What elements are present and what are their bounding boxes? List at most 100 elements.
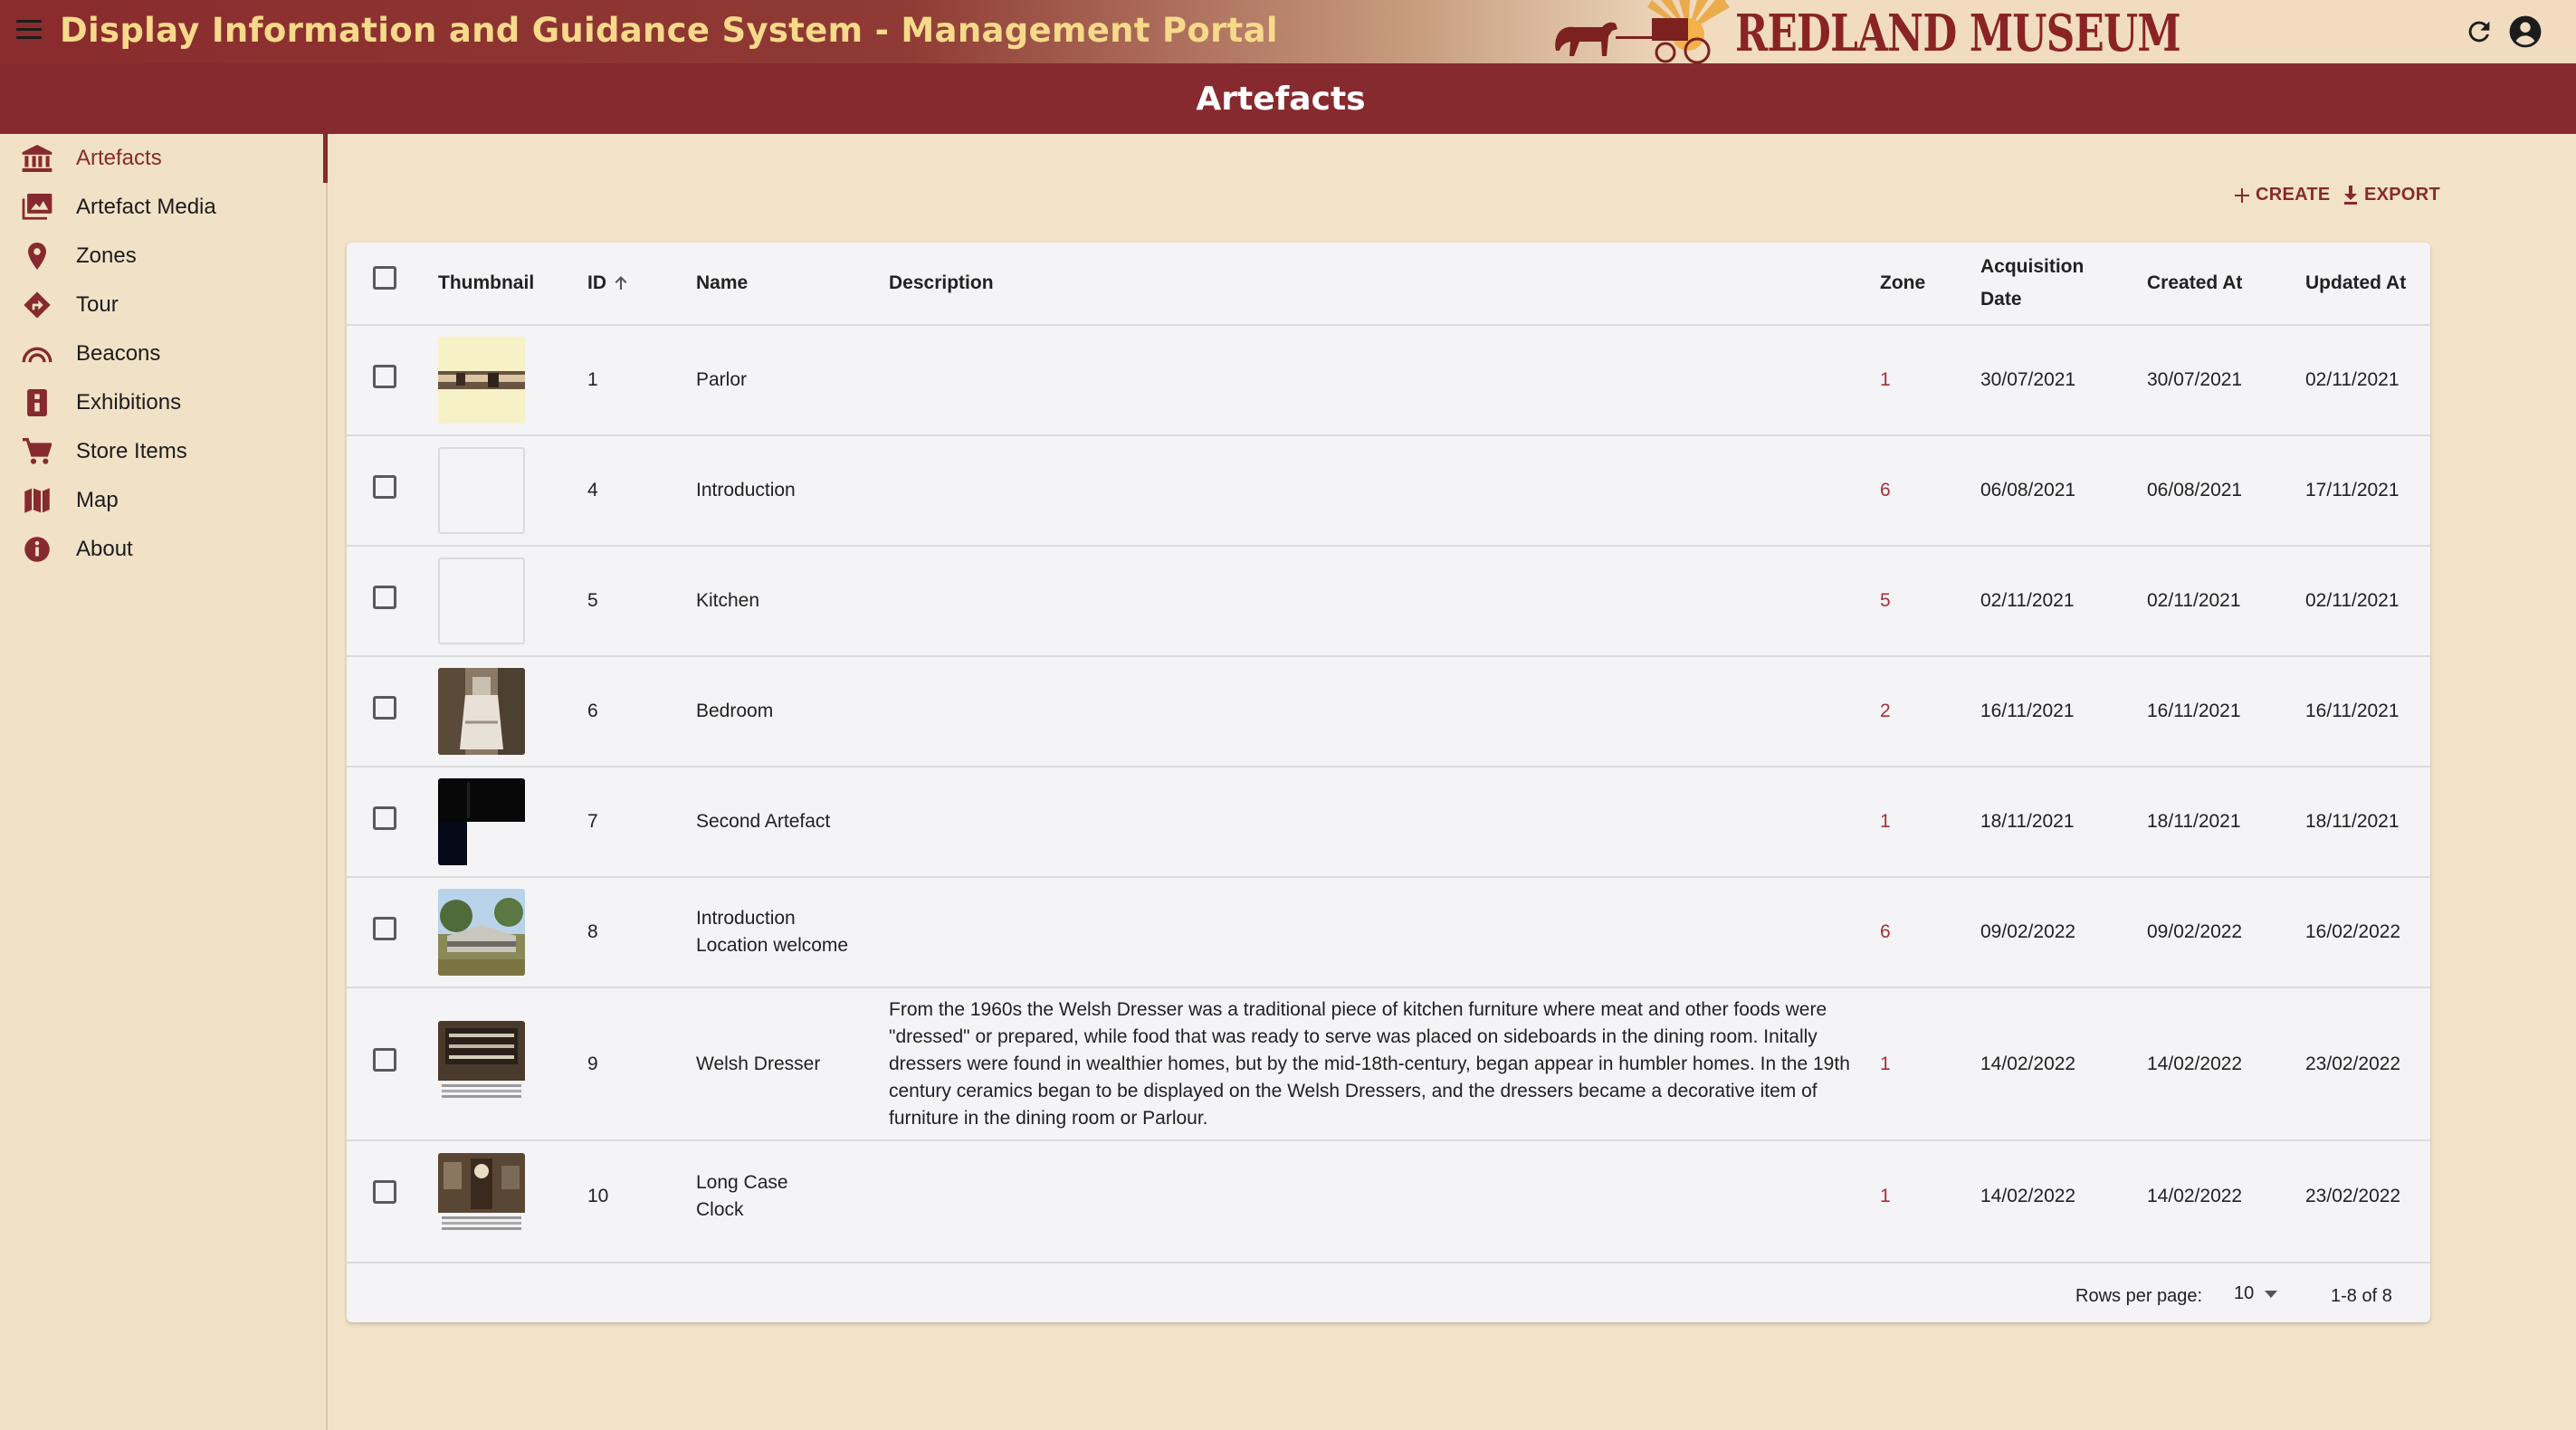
cell-description [889, 877, 1880, 987]
cell-id: 9 [587, 1053, 598, 1074]
beacon-signal-icon [20, 340, 54, 367]
table-row[interactable]: 10 Long Case Clock 1 14/02/2022 14/02/20… [347, 1140, 2430, 1251]
row-checkbox[interactable] [373, 364, 396, 388]
artefact-thumbnail [438, 778, 525, 865]
table-row[interactable]: 5 Kitchen 5 02/11/2021 02/11/2021 02/11/… [347, 546, 2430, 656]
zone-link[interactable]: 2 [1880, 701, 1891, 721]
zone-link[interactable]: 1 [1880, 1186, 1891, 1206]
create-label: CREATE [2256, 185, 2331, 205]
table-row[interactable]: 4 Introduction 6 06/08/2021 06/08/2021 1… [347, 435, 2430, 546]
directions-icon [20, 291, 54, 319]
dropdown-arrow-icon [2265, 1290, 2278, 1298]
table-row[interactable]: 1 Parlor 1 30/07/2021 30/07/2021 02/11/2… [347, 325, 2430, 435]
cell-created-at: 02/11/2021 [2147, 590, 2241, 611]
sidebar-item-exhibitions[interactable]: Exhibitions [0, 378, 326, 427]
cell-updated-at: 23/02/2022 [2305, 1053, 2401, 1074]
zone-link[interactable]: 1 [1880, 369, 1891, 390]
sort-ascending-icon[interactable] [612, 274, 630, 292]
col-header-thumbnail: Thumbnail [438, 272, 535, 293]
sidebar-item-tour[interactable]: Tour [0, 281, 326, 329]
export-button[interactable]: EXPORT [2342, 185, 2440, 205]
cell-updated-at: 02/11/2021 [2305, 590, 2399, 611]
cell-id: 1 [587, 369, 598, 390]
cell-name: Second Artefact [696, 811, 831, 832]
cell-acquisition-date: 16/11/2021 [1980, 701, 2075, 721]
zone-link[interactable]: 1 [1880, 1053, 1891, 1074]
exhibition-icon [20, 389, 54, 416]
menu-icon[interactable] [16, 20, 42, 42]
cell-description [889, 767, 1880, 877]
sidebar-item-artefacts[interactable]: Artefacts [0, 134, 328, 183]
zone-link[interactable]: 1 [1880, 811, 1891, 832]
cell-updated-at: 17/11/2021 [2305, 480, 2399, 500]
sidebar-item-label: Artefacts [76, 146, 162, 170]
cell-acquisition-date: 09/02/2022 [1980, 921, 2076, 942]
info-icon [20, 536, 54, 563]
refresh-icon[interactable] [2464, 16, 2495, 47]
cell-id: 4 [587, 480, 598, 500]
sidebar-item-map[interactable]: Map [0, 476, 326, 525]
cell-id: 6 [587, 701, 598, 721]
artefact-thumbnail [438, 889, 525, 976]
table-pagination: Rows per page: 10 1-8 of 8 [347, 1262, 2430, 1322]
row-checkbox[interactable] [373, 1048, 396, 1072]
row-checkbox[interactable] [373, 585, 396, 609]
sidebar-item-store-items[interactable]: Store Items [0, 427, 326, 476]
account-icon[interactable] [2508, 14, 2543, 49]
row-checkbox[interactable] [373, 1180, 396, 1204]
row-checkbox[interactable] [373, 474, 396, 499]
plus-icon [2235, 187, 2249, 203]
sidebar-item-label: About [76, 537, 133, 561]
sidebar-item-artefact-media[interactable]: Artefact Media [0, 183, 326, 232]
table-header-row: Thumbnail ID Name Description Zone Acqui… [347, 243, 2430, 325]
create-button[interactable]: CREATE [2234, 185, 2331, 205]
col-header-name[interactable]: Name [696, 243, 889, 325]
cell-description [889, 435, 1880, 546]
row-checkbox[interactable] [373, 806, 396, 830]
rows-per-page-value: 10 [2234, 1283, 2255, 1303]
artefact-thumbnail-empty [438, 447, 525, 534]
cell-updated-at: 18/11/2021 [2305, 811, 2399, 832]
sidebar-item-beacons[interactable]: Beacons [0, 329, 326, 378]
row-checkbox[interactable] [373, 695, 396, 720]
col-header-id[interactable]: ID [587, 243, 696, 325]
rows-per-page-select[interactable]: 10 [2234, 1283, 2278, 1304]
sidebar-item-zones[interactable]: Zones [0, 232, 326, 281]
artefact-thumbnail [438, 337, 525, 424]
cell-id: 10 [587, 1185, 609, 1206]
zone-link[interactable]: 5 [1880, 590, 1891, 611]
cell-created-at: 14/02/2022 [2147, 1185, 2243, 1206]
col-header-id-label: ID [587, 272, 606, 293]
logo-text: REDLAND MUSEUM [1735, 4, 2181, 63]
cell-updated-at: 23/02/2022 [2305, 1185, 2401, 1206]
cell-name: Introduction Location welcome [696, 908, 849, 956]
col-header-acquisition-date[interactable]: Acquisition Date [1980, 243, 2147, 325]
table-row[interactable]: 6 Bedroom 2 16/11/2021 16/11/2021 16/11/… [347, 656, 2430, 767]
zone-link[interactable]: 6 [1880, 480, 1891, 500]
sidebar-item-label: Tour [76, 292, 119, 317]
sidebar-item-about[interactable]: About [0, 525, 326, 574]
app-bar: Display Information and Guidance System … [0, 0, 2576, 63]
row-checkbox[interactable] [373, 916, 396, 940]
col-header-updated-at[interactable]: Updated At [2305, 243, 2430, 325]
artefact-thumbnail [438, 668, 525, 755]
col-header-zone[interactable]: Zone [1880, 243, 1980, 325]
page-header: Artefacts [0, 63, 2576, 134]
col-header-created-at[interactable]: Created At [2147, 243, 2305, 325]
table-row[interactable]: 7 Second Artefact 1 18/11/2021 18/11/202… [347, 767, 2430, 877]
sidebar-item-label: Zones [76, 243, 137, 268]
cell-name: Bedroom [696, 701, 774, 721]
table-row[interactable]: 9 Welsh Dresser From the 1960s the Welsh… [347, 987, 2430, 1140]
col-header-description[interactable]: Description [889, 243, 1880, 325]
cell-updated-at: 02/11/2021 [2305, 369, 2399, 390]
image-gallery-icon [20, 194, 54, 221]
cell-updated-at: 16/02/2022 [2305, 921, 2401, 942]
col-header-acquisition-label-2: Date [1980, 289, 2022, 310]
cell-created-at: 30/07/2021 [2147, 369, 2243, 390]
table-row[interactable]: 8 Introduction Location welcome 6 09/02/… [347, 877, 2430, 987]
export-label: EXPORT [2364, 185, 2441, 205]
cell-created-at: 06/08/2021 [2147, 480, 2243, 500]
zone-link[interactable]: 6 [1880, 921, 1891, 942]
select-all-checkbox[interactable] [373, 266, 396, 290]
shopping-cart-icon [20, 438, 54, 465]
